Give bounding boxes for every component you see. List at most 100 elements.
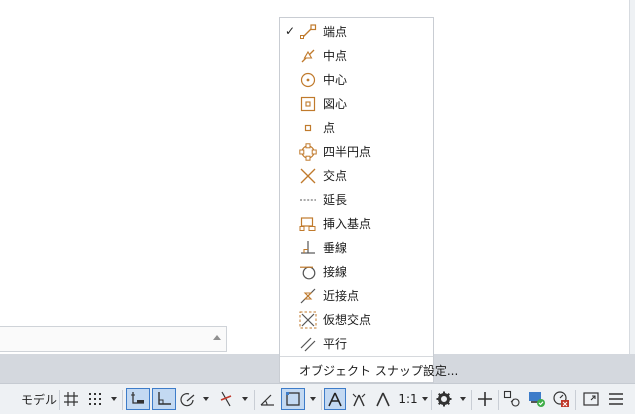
command-history-arrow-icon[interactable] — [213, 335, 221, 340]
menu-item-nearest[interactable]: 近接点 — [280, 284, 433, 308]
snap-tracking-icon — [260, 394, 274, 406]
annotation-scale-icon-button[interactable] — [372, 388, 394, 410]
polar-tracking-button[interactable] — [178, 388, 198, 410]
menu-item-label: 垂線 — [323, 241, 348, 255]
infer-constraints-button[interactable] — [126, 388, 150, 410]
object-snap-dropdown[interactable] — [307, 388, 319, 410]
hardware-acceleration-icon — [529, 392, 545, 407]
isometric-dropdown[interactable] — [239, 388, 251, 410]
menu-item-label: 点 — [323, 121, 336, 135]
status-separator — [498, 390, 499, 410]
chevron-down-icon — [310, 397, 316, 401]
menu-item-label: 仮想交点 — [323, 313, 372, 327]
workspace-switching-button[interactable] — [434, 388, 454, 410]
apparent-intersection-icon — [299, 311, 317, 329]
gear-icon — [436, 391, 452, 407]
isolate-objects-button[interactable] — [501, 388, 523, 410]
annotation-monitor-button[interactable] — [474, 388, 496, 410]
chevron-down-icon — [242, 397, 248, 401]
menu-item-insertion[interactable]: 挿入基点 — [280, 212, 433, 236]
chevron-down-icon — [460, 397, 466, 401]
endpoint-icon — [300, 24, 317, 39]
menu-item-intersection[interactable]: 交点 — [280, 164, 433, 188]
performance-icon — [553, 391, 569, 407]
isolate-objects-icon — [503, 390, 520, 407]
status-separator — [321, 390, 322, 410]
menu-separator — [280, 356, 433, 357]
grid-icon — [64, 392, 78, 406]
status-separator — [254, 390, 255, 410]
infer-constraints-icon — [131, 392, 144, 404]
menu-item-label: 中点 — [323, 49, 348, 63]
model-space-button[interactable]: モデル — [20, 388, 58, 410]
quadrant-icon — [299, 143, 317, 161]
ortho-icon — [158, 392, 171, 405]
command-line[interactable] — [0, 326, 227, 352]
menu-item-label: 交点 — [323, 169, 348, 183]
ortho-mode-button[interactable] — [152, 388, 176, 410]
status-bar: モデル 1:1 — [0, 383, 635, 414]
workspace-dropdown[interactable] — [457, 388, 469, 410]
chevron-down-icon — [203, 397, 209, 401]
object-snap-button[interactable] — [281, 388, 305, 410]
annotation-scale-icon — [376, 392, 390, 407]
menu-item-label: 平行 — [323, 337, 348, 351]
menu-item-perpendicular[interactable]: 垂線 — [280, 236, 433, 260]
status-separator — [122, 390, 123, 410]
full-screen-icon — [583, 392, 599, 406]
chevron-down-icon — [421, 397, 428, 401]
clean-screen-settings-button[interactable] — [550, 388, 572, 410]
grid-button[interactable] — [61, 388, 81, 410]
hardware-acceleration-button[interactable] — [526, 388, 548, 410]
drawing-area-right-edge — [629, 0, 635, 354]
status-separator — [471, 390, 472, 410]
menu-item-center[interactable]: 中心 — [280, 68, 433, 92]
menu-item-label: 延長 — [323, 193, 348, 207]
polar-tracking-icon — [180, 393, 195, 407]
center-icon — [300, 72, 316, 88]
chevron-down-icon — [111, 397, 117, 401]
annotation-scale-dropdown[interactable]: 1:1 — [397, 388, 429, 410]
node-icon — [304, 124, 312, 132]
midpoint-icon — [301, 49, 315, 63]
tangent-icon — [300, 266, 316, 280]
polar-tracking-dropdown[interactable] — [200, 388, 212, 410]
menu-item-label: 四半円点 — [323, 145, 372, 159]
customization-menu-button[interactable] — [605, 388, 627, 410]
menu-item-label: 近接点 — [323, 289, 360, 303]
menu-item-label: 中心 — [323, 73, 348, 87]
snap-mode-button[interactable] — [85, 388, 105, 410]
full-screen-button[interactable] — [580, 388, 602, 410]
snap-dots-icon — [89, 393, 101, 405]
insertion-icon — [299, 217, 316, 231]
plus-icon — [478, 392, 492, 406]
parallel-icon — [300, 337, 316, 352]
menu-item-quadrant[interactable]: 四半円点 — [280, 140, 433, 164]
status-separator — [59, 390, 60, 410]
object-snap-settings-item[interactable]: オブジェクト スナップ設定... — [299, 363, 458, 379]
menu-item-tangent[interactable]: 接線 — [280, 260, 433, 284]
snap-mode-dropdown[interactable] — [108, 388, 120, 410]
model-space-label: モデル — [20, 392, 57, 407]
isometric-drafting-button[interactable] — [216, 388, 236, 410]
extension-icon — [300, 199, 316, 201]
auto-scale-button[interactable] — [348, 388, 370, 410]
menu-item-label: 端点 — [323, 25, 348, 39]
annotation-scale-value: 1:1 — [398, 392, 418, 406]
hamburger-menu-icon — [609, 393, 623, 405]
menu-item-parallel[interactable]: 平行 — [280, 332, 433, 356]
menu-item-midpoint[interactable]: 中点 — [280, 44, 433, 68]
menu-item-label: 挿入基点 — [323, 217, 372, 231]
isometric-icon — [220, 391, 232, 407]
menu-item-label: 図心 — [323, 97, 348, 111]
nearest-icon — [300, 288, 316, 304]
intersection-icon — [300, 168, 316, 184]
menu-item-node[interactable]: 点 — [280, 116, 433, 140]
menu-item-endpoint[interactable]: ✓ 端点 — [280, 20, 433, 44]
menu-item-apparent-intersection[interactable]: 仮想交点 — [280, 308, 433, 332]
menu-item-extension[interactable]: 延長 — [280, 188, 433, 212]
menu-item-label: 接線 — [323, 265, 348, 279]
menu-item-centroid[interactable]: 図心 — [280, 92, 433, 116]
object-snap-tracking-button[interactable] — [257, 388, 277, 410]
annotation-visibility-button[interactable] — [324, 388, 346, 410]
